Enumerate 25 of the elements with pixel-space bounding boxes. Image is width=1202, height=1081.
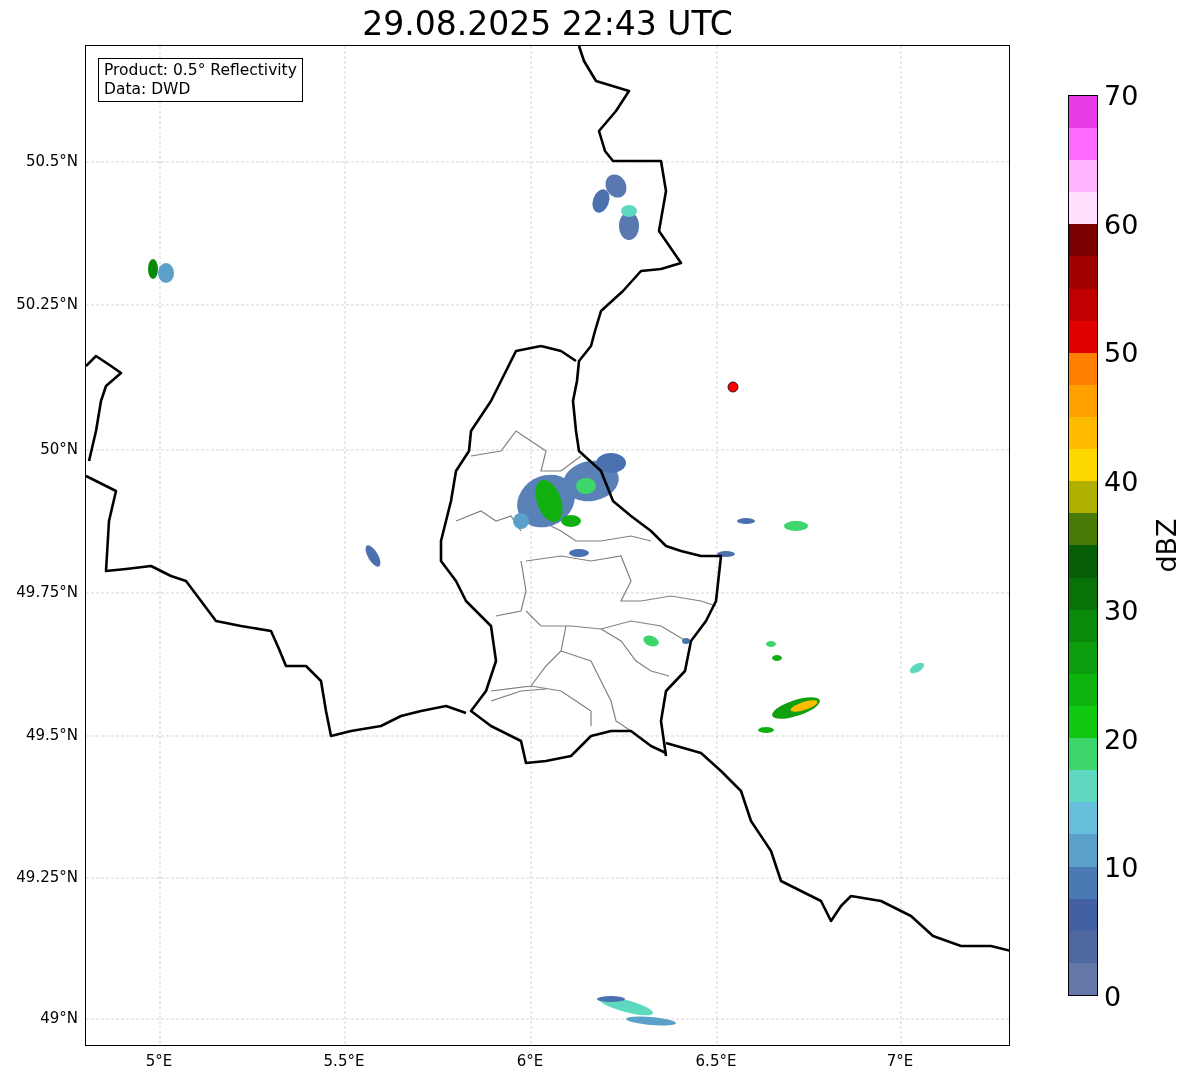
colorbar-tick-label: 20 bbox=[1104, 723, 1139, 755]
latitude-label: 49.25°N bbox=[16, 868, 78, 886]
location-marker-icon bbox=[727, 381, 739, 393]
latitude-label: 50.25°N bbox=[16, 295, 78, 313]
colorbar-tick-label: 0 bbox=[1104, 980, 1122, 1012]
longitude-label: 5°E bbox=[145, 1052, 173, 1070]
colorbar-tick-label: 10 bbox=[1104, 851, 1139, 883]
colorbar-tick-label: 60 bbox=[1104, 208, 1139, 240]
latitude-label: 49.75°N bbox=[16, 583, 78, 601]
colorbar-tick-label: 40 bbox=[1104, 465, 1139, 497]
latitude-label: 50.5°N bbox=[25, 152, 78, 170]
longitude-label: 6°E bbox=[516, 1052, 544, 1070]
colorbar-label: dBZ bbox=[1150, 518, 1182, 573]
latitude-label: 50°N bbox=[40, 440, 78, 458]
info-text: Data: DWD bbox=[104, 80, 192, 99]
colorbar-tick-label: 30 bbox=[1104, 594, 1139, 626]
chart-title: 29.08.2025 22:43 UTC bbox=[361, 3, 734, 45]
colorbar-tick-label: 70 bbox=[1104, 79, 1139, 111]
info-text: Product: 0.5° Reflectivity bbox=[104, 61, 297, 80]
colorbar-tick-label: 50 bbox=[1104, 336, 1139, 368]
latitude-label: 49°N bbox=[40, 1009, 78, 1027]
latitude-label: 49.5°N bbox=[25, 726, 78, 744]
longitude-label: 5.5°E bbox=[323, 1052, 365, 1070]
longitude-label: 6.5°E bbox=[695, 1052, 737, 1070]
longitude-label: 7°E bbox=[886, 1052, 914, 1070]
